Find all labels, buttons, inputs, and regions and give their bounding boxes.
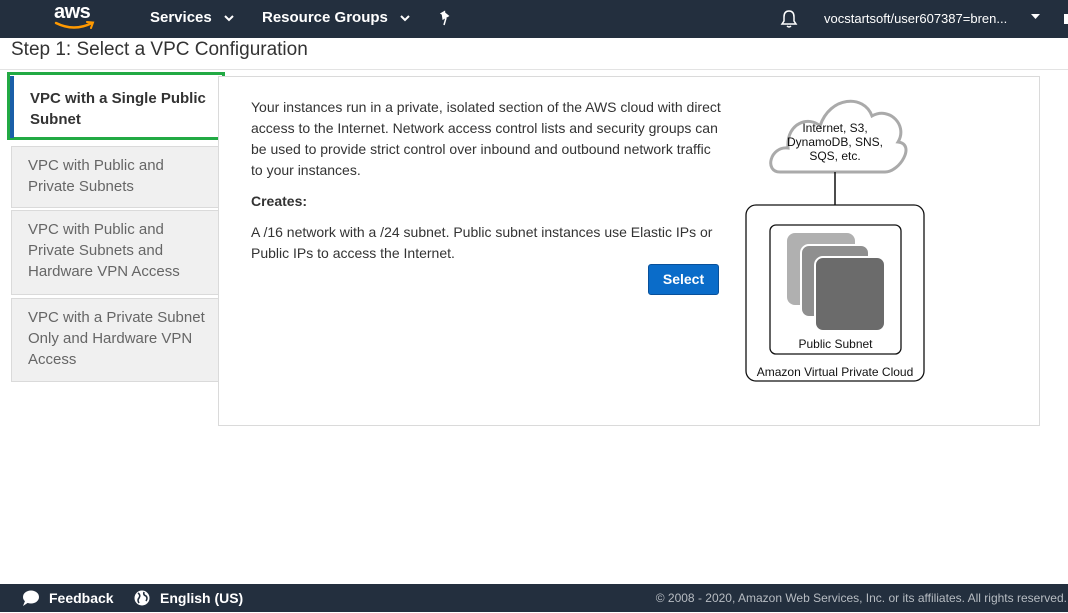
globe-icon[interactable] [134, 590, 150, 606]
cloud-label-line3: SQS, etc. [809, 149, 861, 163]
resource-groups-menu[interactable]: Resource Groups [262, 0, 410, 38]
cloud-label-line1: Internet, S3, [802, 121, 868, 135]
copyright-text: © 2008 - 2020, Amazon Web Services, Inc.… [655, 591, 1067, 605]
services-menu[interactable]: Services [150, 0, 234, 38]
option-single-public-subnet[interactable]: VPC with a Single Public Subnet [7, 72, 225, 140]
pin-icon[interactable] [438, 10, 454, 26]
vpc-label: Amazon Virtual Private Cloud [756, 365, 914, 379]
feedback-link[interactable]: Feedback [49, 584, 114, 612]
option-label: VPC with Public and Private Subnets [28, 157, 164, 195]
chevron-down-icon [224, 14, 234, 21]
truncated-nav-item [1064, 14, 1068, 24]
subnet-label: Public Subnet [798, 337, 873, 351]
page-title: Step 1: Select a VPC Configuration [11, 39, 308, 60]
services-label: Services [150, 9, 212, 26]
creates-heading: Creates: [251, 193, 308, 209]
aws-logo[interactable]: aws [54, 1, 98, 33]
configuration-description: Your instances run in a private, isolate… [251, 99, 721, 178]
option-label: VPC with a Private Subnet Only and Hardw… [28, 309, 205, 368]
instance-shape [814, 256, 886, 332]
chevron-down-icon[interactable] [1031, 14, 1040, 20]
option-label: VPC with Public and Private Subnets and … [28, 221, 180, 280]
language-selector[interactable]: English (US) [160, 584, 243, 612]
footer-bar: Feedback English (US) © 2008 - 2020, Ama… [0, 584, 1068, 612]
option-label: VPC with a Single Public Subnet [30, 90, 206, 128]
aws-smile-icon [54, 21, 95, 29]
option-public-private-subnets[interactable]: VPC with Public and Private Subnets [11, 146, 218, 208]
title-divider [0, 69, 1068, 70]
cloud-label-line2: DynamoDB, SNS, [786, 135, 884, 149]
selected-indicator-bar [10, 76, 14, 138]
top-navigation-bar: aws Services Resource Groups vocstartsof… [0, 0, 1068, 38]
resource-groups-label: Resource Groups [262, 9, 388, 26]
feedback-icon[interactable] [22, 590, 40, 607]
option-private-subnet-vpn[interactable]: VPC with a Private Subnet Only and Hardw… [11, 298, 218, 382]
select-button[interactable]: Select [648, 264, 719, 295]
option-public-private-vpn[interactable]: VPC with Public and Private Subnets and … [11, 210, 218, 295]
vpc-diagram: Internet, S3, DynamoDB, SNS, SQS, etc. P… [740, 88, 940, 393]
chevron-down-icon [400, 14, 410, 21]
bell-icon[interactable] [780, 9, 798, 29]
account-menu[interactable]: vocstartsoft/user607387=bren... [824, 0, 1007, 38]
creates-detail: A /16 network with a /24 subnet. Public … [251, 224, 713, 261]
